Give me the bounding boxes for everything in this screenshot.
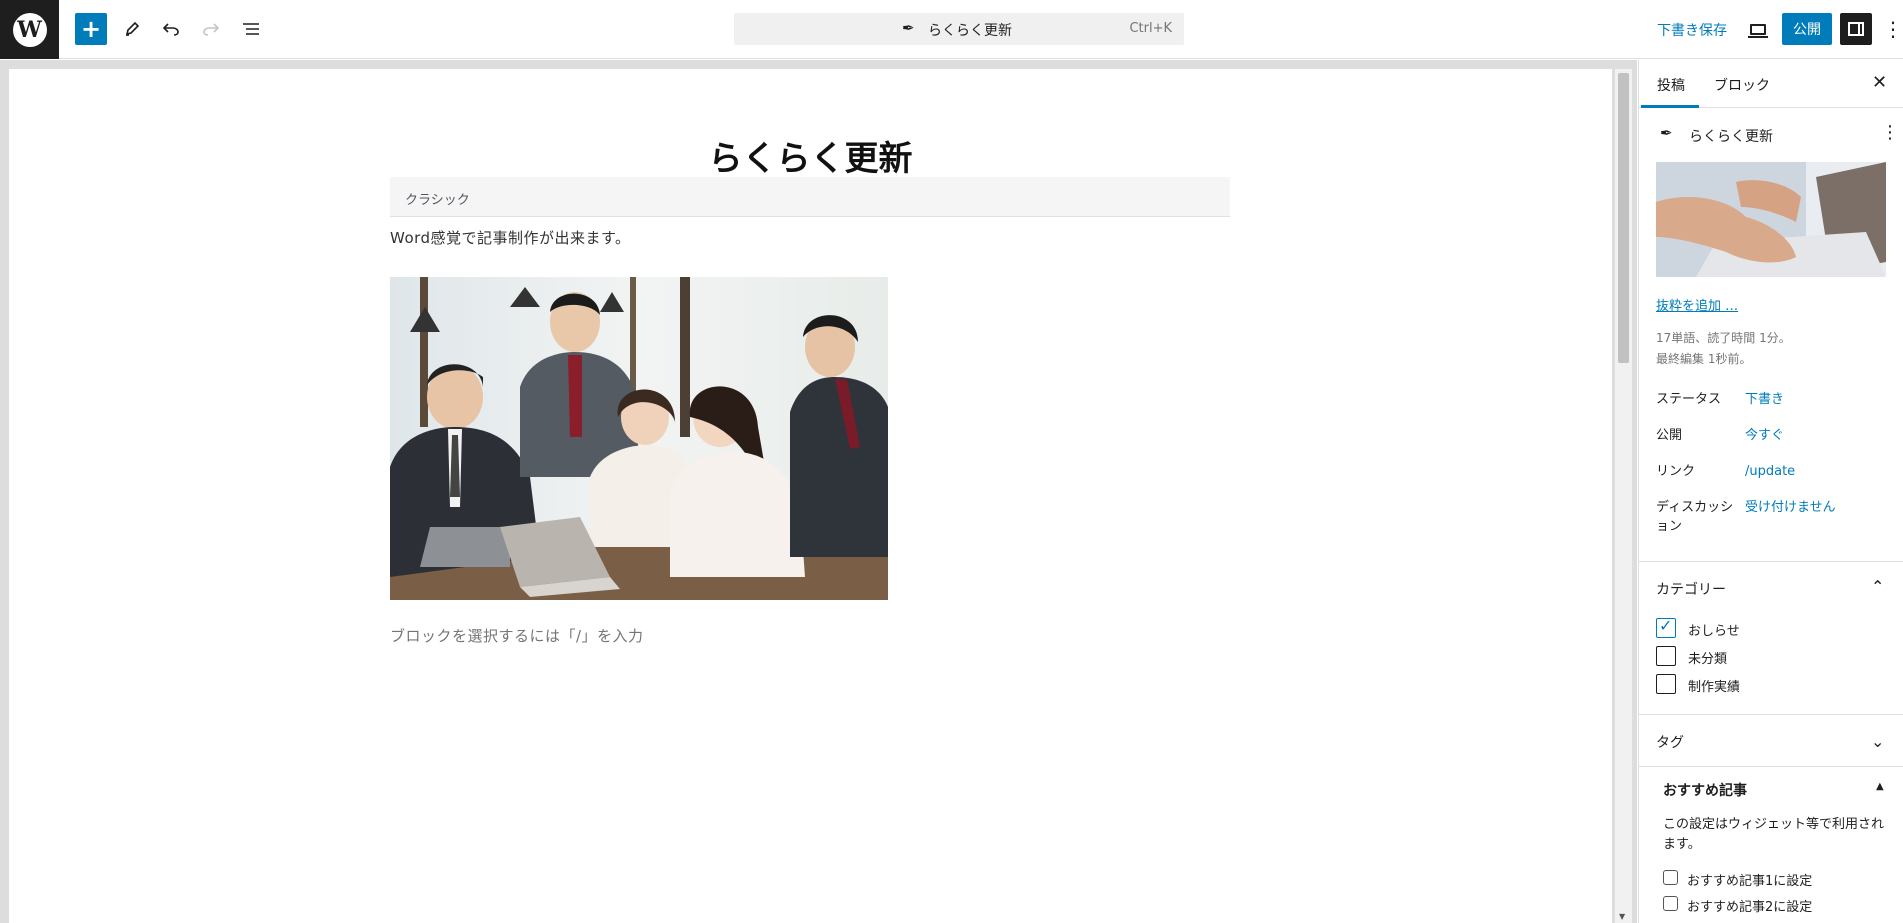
redo-icon	[203, 23, 220, 36]
recommended-description: この設定はウィジェット等で利用されます。	[1663, 817, 1885, 852]
shortcut-hint: Ctrl+K	[1129, 21, 1172, 36]
add-block-button[interactable]: +	[75, 13, 107, 45]
block-appender-placeholder[interactable]: ブロックを選択するには「/」を入力	[390, 625, 644, 646]
publish-label: 公開	[1656, 428, 1683, 443]
category-checkbox-2[interactable]: 制作実績	[1656, 674, 1896, 695]
feather-icon: ✒	[1660, 124, 1673, 142]
word-count-text: 17単語、読了時間 1分。	[1656, 331, 1791, 345]
tab-block[interactable]: ブロック	[1714, 75, 1770, 95]
scroll-down-arrow-icon[interactable]: ▼	[1619, 912, 1625, 921]
document-title: らくらく更新	[928, 23, 1012, 39]
sidebar-panel-icon	[1848, 22, 1864, 36]
divider	[1639, 714, 1903, 715]
checkbox[interactable]	[1656, 646, 1676, 666]
active-tab-indicator	[1641, 105, 1699, 108]
category-label: 未分類	[1688, 652, 1728, 667]
classic-block-toolbar[interactable]: クラシック	[390, 177, 1230, 217]
tab-post[interactable]: 投稿	[1657, 75, 1685, 95]
sidebar-tabs: 投稿 ブロック ✕	[1639, 60, 1903, 108]
close-sidebar-icon[interactable]: ✕	[1872, 72, 1887, 93]
wordpress-logo-icon: W	[12, 12, 47, 47]
undo-button[interactable]	[155, 13, 187, 45]
discussion-value-button[interactable]: 受け付けません	[1745, 498, 1836, 517]
status-label: ステータス	[1656, 392, 1722, 407]
checkbox[interactable]	[1656, 674, 1676, 694]
list-view-icon	[243, 23, 259, 35]
editor-canvas-area: らくらく更新 クラシック Word感覚で記事制作が出来ます。 ブロックを選択する…	[0, 60, 1637, 923]
chevron-up-icon[interactable]: ⌃	[1871, 577, 1884, 596]
publish-date-button[interactable]: 今すぐ	[1745, 426, 1784, 445]
chevron-down-icon[interactable]: ⌄	[1871, 732, 1884, 751]
add-excerpt-link[interactable]: 抜粋を追加 …	[1656, 295, 1738, 314]
save-draft-button[interactable]: 下書き保存	[1657, 20, 1727, 40]
document-overview-button[interactable]	[235, 13, 267, 45]
tags-panel-toggle[interactable]: タグ	[1656, 732, 1684, 752]
options-menu-button[interactable]: ⋮	[1883, 13, 1903, 45]
permalink-button[interactable]: /update	[1745, 462, 1795, 481]
recommended-option-label: おすすめ記事2に設定	[1687, 900, 1813, 915]
category-label: 制作実績	[1688, 680, 1741, 695]
post-title[interactable]: らくらく更新	[9, 131, 1612, 180]
business-team-image[interactable]	[390, 277, 888, 600]
plus-icon: +	[80, 15, 102, 43]
checkbox[interactable]	[1663, 896, 1678, 911]
settings-toggle-button[interactable]	[1840, 13, 1872, 45]
featured-image[interactable]	[1656, 162, 1886, 277]
discussion-label: ディスカッション	[1656, 500, 1734, 534]
divider	[1639, 561, 1903, 562]
editor-canvas[interactable]: らくらく更新 クラシック Word感覚で記事制作が出来ます。 ブロックを選択する…	[9, 69, 1612, 923]
desktop-icon	[1748, 23, 1768, 38]
scrollbar-thumb[interactable]	[1618, 73, 1629, 363]
link-label: リンク	[1656, 464, 1696, 479]
more-vertical-icon: ⋮	[1883, 17, 1903, 41]
status-value-button[interactable]: 下書き	[1745, 390, 1784, 409]
post-summary-header: ✒ らくらく更新 ⋮	[1657, 122, 1899, 145]
recommended-option-label: おすすめ記事1に設定	[1687, 874, 1813, 889]
pencil-icon	[125, 21, 140, 36]
paragraph-block[interactable]: Word感覚で記事制作が出来ます。	[390, 227, 631, 248]
category-checkbox-1[interactable]: 未分類	[1656, 646, 1896, 667]
checkbox-checked[interactable]	[1656, 616, 1676, 638]
divider	[1639, 766, 1903, 767]
recommended-panel-title[interactable]: おすすめ記事	[1663, 780, 1747, 800]
wordpress-logo-button[interactable]: W	[0, 0, 59, 59]
publish-button[interactable]: 公開	[1782, 13, 1832, 45]
tools-button[interactable]	[116, 13, 148, 45]
canvas-scrollbar[interactable]: ▼	[1615, 69, 1632, 923]
redo-button[interactable]	[195, 13, 227, 45]
command-palette-bar[interactable]: ✒ らくらく更新 Ctrl+K	[734, 13, 1184, 45]
category-checkbox-0[interactable]: おしらせ	[1656, 616, 1896, 639]
recommended-option-2[interactable]: おすすめ記事2に設定	[1663, 896, 1903, 915]
category-label: おしらせ	[1688, 624, 1740, 639]
post-actions-menu-icon[interactable]: ⋮	[1881, 122, 1899, 143]
recommended-option-1[interactable]: おすすめ記事1に設定	[1663, 870, 1903, 889]
feather-icon: ✒	[902, 19, 915, 37]
classic-block-label: クラシック	[405, 193, 470, 208]
last-edited-text: 最終編集 1秒前。	[1656, 352, 1752, 366]
triangle-up-icon[interactable]: ▲	[1876, 781, 1884, 792]
preview-button[interactable]	[1742, 13, 1774, 45]
editor-header: W + ✒ らくらく更新 Ctrl+K 下書き保存 公開 ⋮	[0, 0, 1903, 59]
checkbox[interactable]	[1663, 870, 1678, 885]
post-name: らくらく更新	[1689, 129, 1773, 145]
categories-panel-toggle[interactable]: カテゴリー	[1656, 579, 1726, 599]
undo-icon	[162, 23, 179, 36]
settings-sidebar: 投稿 ブロック ✕ ✒ らくらく更新 ⋮ 抜粋を追加 … 17単語、読了時間 1…	[1638, 60, 1903, 923]
